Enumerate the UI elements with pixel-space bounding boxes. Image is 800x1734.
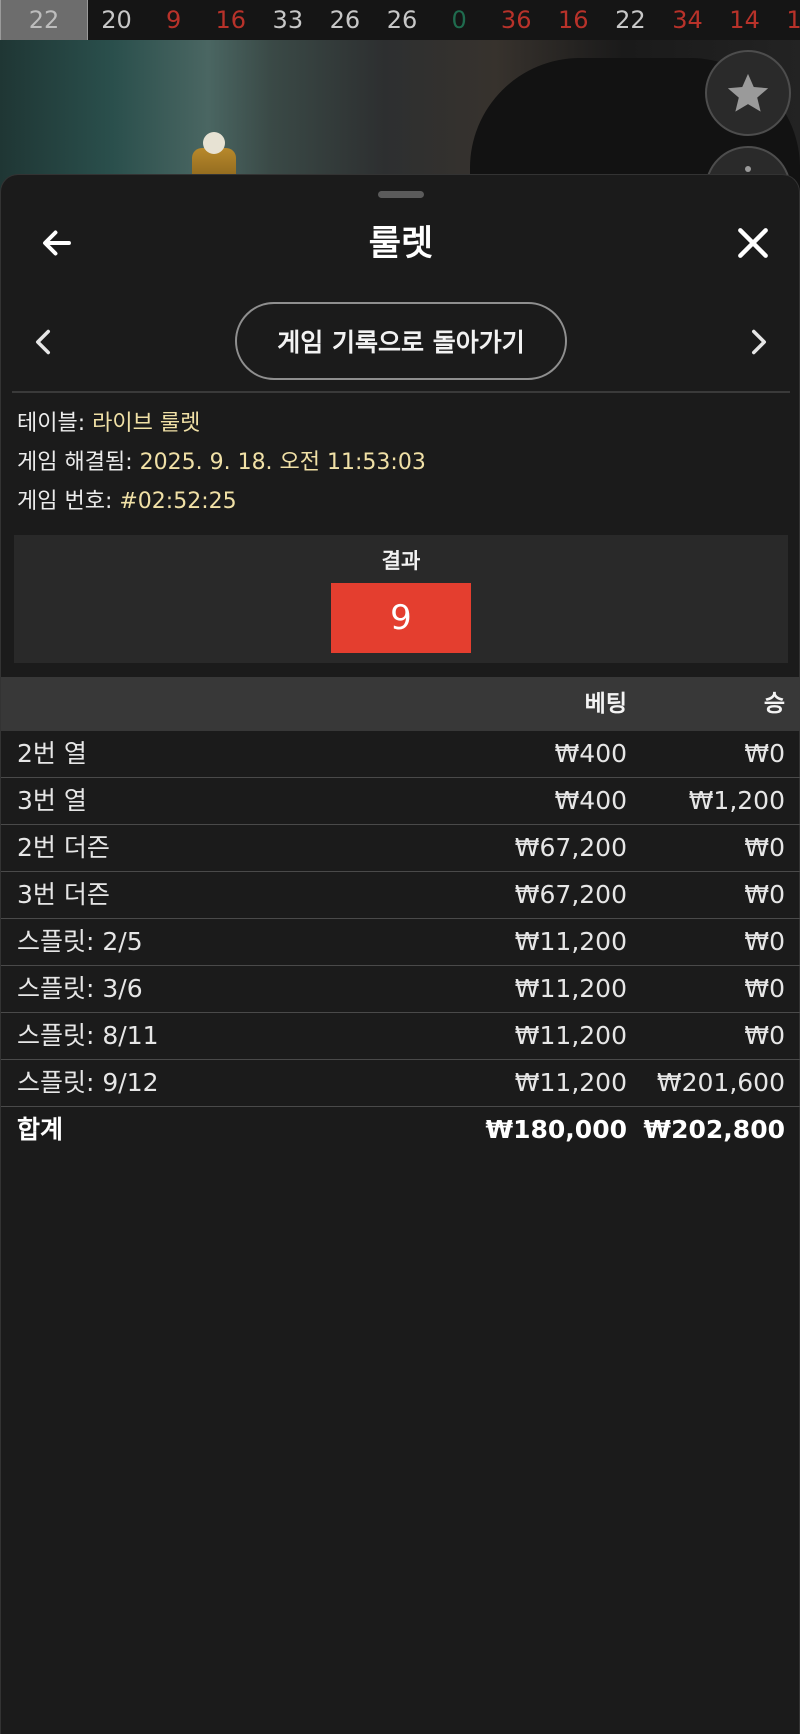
history-number: 34 [672, 6, 703, 34]
table-row: 3번 열 ₩400 ₩1,200 [1, 778, 800, 825]
history-number: 9 [166, 6, 182, 34]
table-row: 스플릿: 2/5 ₩11,200 ₩0 [1, 919, 800, 966]
favorite-button[interactable] [705, 50, 791, 136]
close-button[interactable] [731, 221, 775, 265]
history-number: 33 [272, 6, 304, 34]
bet-amount: ₩180,000 [485, 1115, 627, 1144]
resolved-value: 2025. 9. 18. 오전 11:53:03 [139, 450, 426, 475]
back-button[interactable] [35, 221, 79, 265]
win-amount: ₩0 [744, 833, 785, 862]
bet-name: 스플릿: 3/6 [17, 974, 143, 1003]
sheet-header: 룰렛 [1, 205, 800, 285]
history-number: 16 [215, 6, 246, 34]
history-number: 14 [729, 6, 760, 34]
win-amount: ₩202,800 [643, 1115, 785, 1144]
bet-amount: ₩11,200 [514, 1068, 627, 1097]
bet-name: 합계 [17, 1115, 64, 1144]
game-number-label: 게임 번호: [17, 489, 113, 514]
history-number: 20 [101, 6, 132, 34]
win-amount: ₩0 [744, 927, 785, 956]
bet-column-header: 베팅 [584, 691, 627, 717]
game-number-value: #02:52:25 [119, 489, 237, 514]
table-label: 테이블: [17, 411, 86, 436]
history-number: 26 [329, 6, 361, 34]
table-row: 3번 더즌 ₩67,200 ₩0 [1, 872, 800, 919]
back-to-history-button[interactable]: 게임 기록으로 돌아가기 [235, 302, 567, 380]
resolved-label: 게임 해결됨: [17, 450, 133, 475]
divider [12, 391, 790, 393]
win-amount: ₩0 [744, 1021, 785, 1050]
history-number: 14 [786, 6, 800, 34]
bet-amount: ₩11,200 [514, 974, 627, 1003]
page-title: 룰렛 [368, 224, 434, 264]
game-number-info: 게임 번호: #02:52:25 [17, 487, 237, 517]
result-number: 9 [331, 583, 471, 653]
bet-name: 스플릿: 2/5 [17, 927, 143, 956]
win-amount: ₩0 [744, 880, 785, 909]
history-number: 22 [615, 6, 646, 34]
table-row: 2번 더즌 ₩67,200 ₩0 [1, 825, 800, 872]
star-icon [727, 73, 769, 112]
bet-name: 3번 열 [17, 786, 87, 815]
win-amount: ₩0 [744, 739, 785, 768]
chevron-right-icon [752, 329, 766, 355]
table-row: 2번 열 ₩400 ₩0 [1, 731, 800, 778]
bet-name: 2번 열 [17, 739, 87, 768]
history-number: 16 [558, 6, 589, 34]
bet-amount: ₩67,200 [514, 833, 627, 862]
resolved-info: 게임 해결됨: 2025. 9. 18. 오전 11:53:03 [17, 448, 426, 478]
recent-numbers-strip: 22 20 9 16 33 26 26 0 36 16 22 34 14 14 [0, 0, 800, 40]
win-amount: ₩1,200 [688, 786, 785, 815]
more-dots-icon [745, 166, 751, 172]
win-amount: ₩201,600 [656, 1068, 785, 1097]
table-value: 라이브 룰렛 [92, 411, 201, 436]
table-info: 테이블: 라이브 룰렛 [17, 409, 200, 439]
win-amount: ₩0 [744, 974, 785, 1003]
bet-amount: ₩400 [554, 739, 627, 768]
chevron-left-icon [36, 329, 50, 355]
bet-name: 스플릿: 8/11 [17, 1021, 159, 1050]
bet-name: 스플릿: 9/12 [17, 1068, 159, 1097]
win-column-header: 승 [763, 691, 785, 717]
bet-name: 3번 더즌 [17, 880, 110, 909]
bet-amount: ₩400 [554, 786, 627, 815]
bet-amount: ₩11,200 [514, 927, 627, 956]
close-icon [738, 228, 768, 258]
bets-table-header: 베팅 승 [1, 677, 800, 731]
previous-game-button[interactable] [23, 322, 63, 362]
table-row: 스플릿: 8/11 ₩11,200 ₩0 [1, 1013, 800, 1060]
bet-name: 2번 더즌 [17, 833, 110, 862]
result-label: 결과 [381, 549, 421, 573]
bets-table-body: 2번 열 ₩400 ₩0 3번 열 ₩400 ₩1,200 2번 더즌 ₩67,200 ₩0 3번… [1, 731, 800, 1154]
history-number: 26 [386, 6, 418, 34]
total-row: 합계 ₩180,000 ₩202,800 [1, 1107, 800, 1154]
history-number: 36 [500, 6, 532, 34]
game-detail-sheet: 룰렛 게임 기록으로 돌아가기 테이블: 라이브 룰렛 게임 해결됨: 2025… [0, 174, 800, 1734]
bet-amount: ₩67,200 [514, 880, 627, 909]
sheet-grabber[interactable] [378, 191, 424, 198]
history-number-current: 22 [0, 0, 88, 40]
next-game-button[interactable] [739, 322, 779, 362]
history-number: 0 [451, 6, 467, 34]
result-panel: 결과 9 [14, 535, 788, 663]
arrow-left-icon [43, 230, 71, 256]
history-navigation: 게임 기록으로 돌아가기 [1, 302, 800, 382]
table-row: 스플릿: 9/12 ₩11,200 ₩201,600 [1, 1060, 800, 1107]
table-row: 스플릿: 3/6 ₩11,200 ₩0 [1, 966, 800, 1013]
bet-amount: ₩11,200 [514, 1021, 627, 1050]
